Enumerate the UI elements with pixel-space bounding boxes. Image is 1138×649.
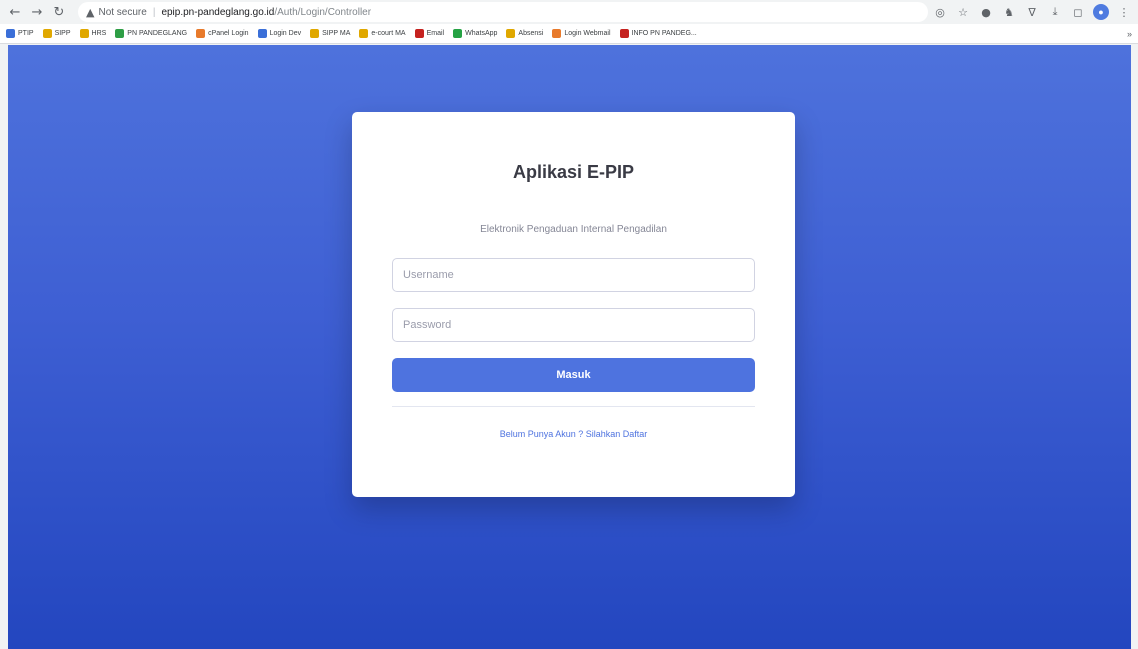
url-path: /Auth/Login/Controller xyxy=(274,6,372,18)
extension-icon[interactable]: ♞ xyxy=(1001,4,1017,20)
bookmark-label: Login Dev xyxy=(269,30,302,37)
bookmark-label: WhatsApp xyxy=(465,30,498,37)
bookmark-label: PTIP xyxy=(18,30,34,37)
bookmark-label: SIPP MA xyxy=(322,30,351,37)
bookmark-item[interactable]: Login Dev xyxy=(257,29,302,38)
divider xyxy=(392,406,755,407)
bookmark-item[interactable]: Login Webmail xyxy=(552,29,611,38)
profile-icon[interactable]: ● xyxy=(1093,4,1109,20)
extension-icon[interactable]: ∇ xyxy=(1024,4,1040,20)
bookmark-favicon-icon xyxy=(414,29,424,38)
bookmark-item[interactable]: PN PANDEGLANG xyxy=(115,29,187,38)
bookmark-label: e-court MA xyxy=(371,30,406,37)
bookmark-item[interactable]: WhatsApp xyxy=(453,29,497,38)
bookmark-favicon-icon xyxy=(115,29,125,38)
bookmark-favicon-icon xyxy=(552,29,562,38)
login-card: Aplikasi E-PIP Elektronik Pengaduan Inte… xyxy=(352,112,795,497)
bookmark-item[interactable]: Absensi xyxy=(506,29,543,38)
download-icon[interactable]: ⤓ xyxy=(1047,4,1063,20)
bookmark-favicon-icon xyxy=(196,29,206,38)
bookmark-favicon-icon xyxy=(257,29,267,38)
bookmark-item[interactable]: INFO PN PANDEG... xyxy=(619,29,697,38)
login-button[interactable]: Masuk xyxy=(392,358,755,392)
bookmark-label: PN PANDEGLANG xyxy=(127,30,188,37)
bookmark-label: Email xyxy=(426,30,445,37)
bookmark-item[interactable]: SIPP xyxy=(42,29,71,38)
bookmark-item[interactable]: cPanel Login xyxy=(196,29,249,38)
bookmark-label: HRS xyxy=(91,30,107,37)
register-link[interactable]: Belum Punya Akun ? Silahkan Daftar xyxy=(392,429,755,439)
extension-icon[interactable]: ● xyxy=(978,4,994,20)
bookmarks-bar: PTIP SIPP HRS PN PANDEGLANG cPanel Login Logi… xyxy=(0,24,1138,44)
bookmark-favicon-icon xyxy=(619,29,629,38)
bookmark-favicon-icon xyxy=(6,29,15,38)
app-subtitle: Elektronik Pengaduan Internal Pengadilan xyxy=(480,224,667,235)
star-icon[interactable]: ☆ xyxy=(955,4,971,20)
bookmark-favicon-icon xyxy=(453,29,463,38)
bookmarks-overflow-icon[interactable]: » xyxy=(1127,29,1132,39)
bookmark-item[interactable]: e-court MA xyxy=(359,29,406,38)
security-label: Not secure xyxy=(98,6,147,18)
username-input[interactable] xyxy=(392,258,755,292)
warning-icon[interactable]: ▲ xyxy=(86,6,94,19)
bookmark-label: cPanel Login xyxy=(208,30,249,37)
google-lens-icon[interactable]: ◎ xyxy=(932,4,948,20)
menu-icon[interactable]: ⋮ xyxy=(1116,4,1132,20)
bookmark-label: INFO PN PANDEG... xyxy=(631,30,697,37)
reload-icon[interactable]: ↻ xyxy=(50,3,68,21)
bookmark-label: Login Webmail xyxy=(564,30,611,37)
bookmark-label: SIPP xyxy=(54,30,71,37)
bookmark-label: Absensi xyxy=(518,30,544,37)
browser-toolbar: ← → ↻ ▲ Not secure | epip.pn-pandeglang.… xyxy=(0,0,1138,24)
back-icon[interactable]: ← xyxy=(6,3,24,21)
password-input[interactable] xyxy=(392,308,755,342)
url-host: epip.pn-pandeglang.go.id xyxy=(161,6,275,18)
forward-icon[interactable]: → xyxy=(28,3,46,21)
address-bar[interactable]: ▲ Not secure | epip.pn-pandeglang.go.id … xyxy=(78,2,928,22)
bookmark-favicon-icon xyxy=(42,29,52,38)
bookmark-item[interactable]: PTIP xyxy=(6,29,34,38)
bookmark-favicon-icon xyxy=(506,29,516,38)
bookmark-item[interactable]: SIPP MA xyxy=(310,29,350,38)
app-title: Aplikasi E-PIP xyxy=(512,162,635,182)
tab-icon[interactable]: ◻ xyxy=(1070,4,1086,20)
page-background: Aplikasi E-PIP Elektronik Pengaduan Inte… xyxy=(8,45,1131,649)
bookmark-item[interactable]: Email xyxy=(414,29,445,38)
bookmark-favicon-icon xyxy=(359,29,369,38)
bookmark-item[interactable]: HRS xyxy=(79,29,107,38)
bookmark-favicon-icon xyxy=(310,29,320,38)
address-separator: | xyxy=(152,6,156,18)
bookmark-favicon-icon xyxy=(79,29,89,38)
toolbar-icons: ◎ ☆ ● ♞ ∇ ⤓ ◻ ● ⋮ xyxy=(932,4,1132,20)
